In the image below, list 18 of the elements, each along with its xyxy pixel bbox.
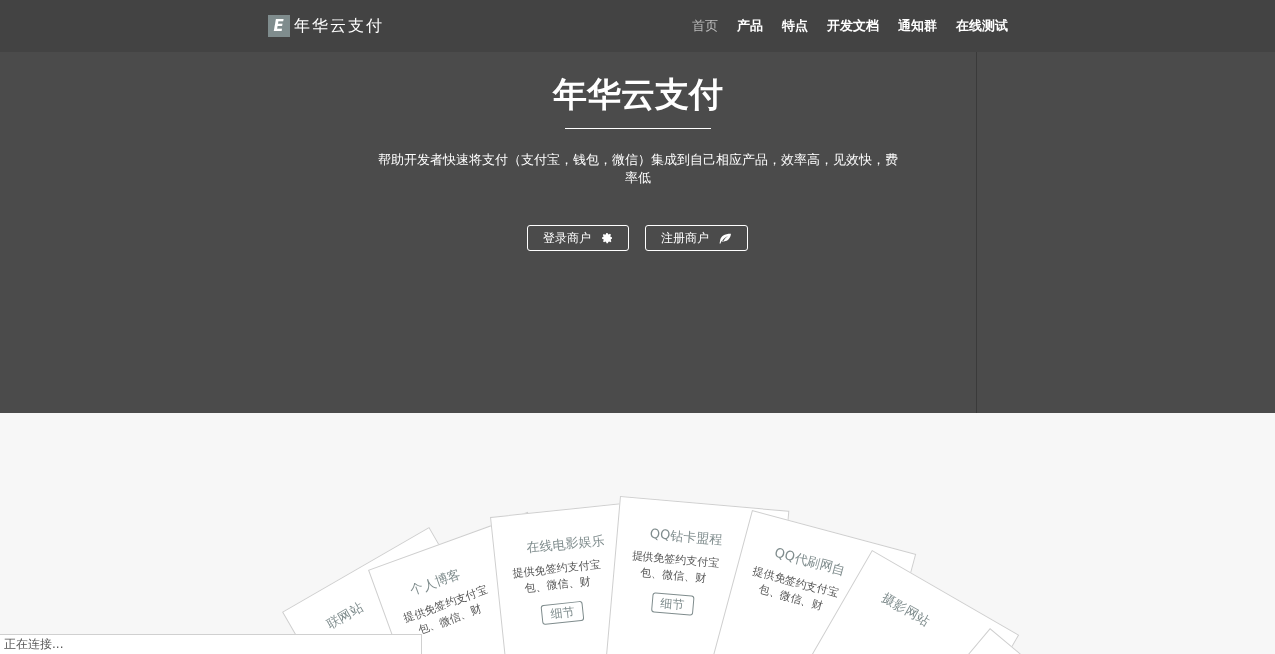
card-title: QQ钻卡盟程: [648, 524, 723, 550]
nav-link[interactable]: 首页: [691, 16, 718, 36]
nav-link[interactable]: 特点: [781, 16, 808, 36]
brand-name[interactable]: 年华云支付: [293, 14, 384, 38]
status-bar: 正在连接...: [0, 634, 422, 654]
hero-subtitle: 帮助开发者快速将支付（支付宝，钱包，微信）集成到自己相应产品，效率高，见效快，费率低: [377, 151, 898, 187]
card-title: 联网站: [323, 598, 367, 634]
nav-link[interactable]: 产品: [736, 16, 763, 36]
leaf-icon: [719, 232, 732, 244]
hero-title: 年华云支付: [552, 73, 723, 116]
nav-link[interactable]: 开发文档: [826, 16, 879, 36]
gear-icon: [601, 232, 613, 244]
nav-link[interactable]: 通知群: [897, 16, 937, 36]
nav-link[interactable]: 在线测试: [955, 16, 1008, 36]
hero-button[interactable]: 登录商户: [527, 225, 629, 251]
card-title: 摄影网站: [878, 588, 934, 631]
card-title: 在线电影娱乐: [524, 531, 606, 558]
hero-button[interactable]: 注册商户: [645, 225, 748, 251]
